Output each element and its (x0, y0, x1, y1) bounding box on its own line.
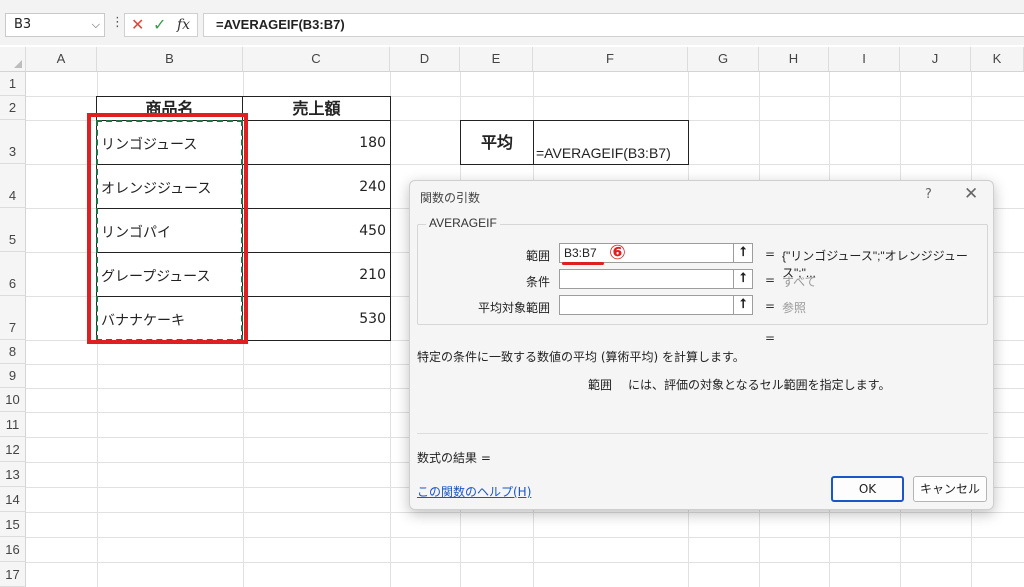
formula-buttons: ✕ ✓ fx (124, 13, 198, 37)
sales-value: 530 (359, 311, 386, 327)
formula-bar: B3 ⌵ ⋮ ✕ ✓ fx =AVERAGEIF(B3:B7) (0, 0, 1024, 45)
name-box[interactable]: B3 ⌵ (5, 13, 105, 37)
col-header-k[interactable]: K (971, 47, 1024, 71)
row-header-15[interactable]: 15 (0, 512, 26, 537)
function-name: AVERAGEIF (426, 216, 500, 230)
collapse-dialog-icon[interactable]: ⭡ (733, 295, 753, 315)
row-header-9[interactable]: 9 (0, 364, 26, 388)
col-header-j[interactable]: J (900, 47, 971, 71)
more-dots-icon[interactable]: ⋮ (111, 15, 124, 30)
arg-result-average-range: 参照 (782, 301, 807, 315)
dialog-title: 関数の引数 (420, 191, 481, 205)
row-header-11[interactable]: 11 (0, 412, 26, 437)
collapse-dialog-icon[interactable]: ⭡ (733, 243, 753, 263)
equals-sign: = (765, 273, 776, 287)
row-header-6[interactable]: 6 (0, 252, 26, 296)
sales-value: 180 (359, 135, 386, 151)
chevron-down-icon[interactable]: ⌵ (92, 14, 100, 36)
row-header-17[interactable]: 17 (0, 562, 26, 587)
arg-input-range[interactable]: B3:B7 (559, 243, 734, 263)
table-row[interactable]: 210 (242, 252, 391, 297)
col-header-f[interactable]: F (533, 47, 688, 71)
col-header-g[interactable]: G (688, 47, 759, 71)
sales-value: 210 (359, 267, 386, 283)
underline-annotation (562, 262, 604, 265)
arg-label-range: 範囲 (525, 249, 550, 263)
arg-label-criteria: 条件 (525, 275, 550, 289)
help-icon[interactable]: ? (925, 187, 932, 202)
arg-help-text: には、評価の対象となるセル範囲を指定します。 (628, 378, 891, 392)
cancel-button[interactable]: キャンセル (913, 476, 987, 502)
function-result-equals: = (765, 331, 776, 345)
sales-value: 240 (359, 179, 386, 195)
col-header-i[interactable]: I (829, 47, 900, 71)
average-label[interactable]: 平均 (460, 120, 534, 165)
formula-result-label: 数式の結果 = (417, 451, 491, 465)
table-row[interactable]: 180 (242, 120, 391, 165)
row-header-8[interactable]: 8 (0, 340, 26, 364)
divider (417, 433, 988, 434)
row-header-12[interactable]: 12 (0, 437, 26, 462)
col-header-h[interactable]: H (759, 47, 829, 71)
step-number-badge: ⑥ (609, 240, 626, 264)
col-header-c[interactable]: C (243, 47, 390, 71)
highlight-box (87, 113, 248, 344)
insert-function-icon[interactable]: fx (177, 17, 190, 33)
average-formula: =AVERAGEIF(B3:B7) (536, 145, 671, 161)
arg-help-name: 範囲 (588, 378, 613, 392)
function-arguments-dialog: 関数の引数 ? ✕ AVERAGEIF 範囲 B3:B7 ⭡ = {"リンゴジュ… (409, 180, 994, 510)
col-header-a[interactable]: A (26, 47, 97, 71)
name-box-value: B3 (14, 17, 32, 32)
ok-button[interactable]: OK (831, 476, 904, 502)
gridline (26, 512, 1024, 513)
check-icon[interactable]: ✓ (153, 15, 166, 34)
col-header-e[interactable]: E (460, 47, 533, 71)
row-header-10[interactable]: 10 (0, 388, 26, 412)
row-header-7[interactable]: 7 (0, 296, 26, 340)
select-all-corner[interactable] (0, 47, 26, 71)
table-header-sales[interactable]: 売上額 (242, 96, 391, 121)
row-header-13[interactable]: 13 (0, 462, 26, 487)
row-header-4[interactable]: 4 (0, 164, 26, 208)
column-header: A B C D E F G H I J K (0, 47, 1024, 72)
table-row[interactable]: 450 (242, 208, 391, 253)
function-help-link[interactable]: この関数のヘルプ(H) (417, 483, 531, 500)
row-header-14[interactable]: 14 (0, 487, 26, 512)
arg-input-average-range[interactable] (559, 295, 734, 315)
col-header-d[interactable]: D (390, 47, 460, 71)
equals-sign: = (765, 247, 776, 261)
average-formula-cell[interactable]: =AVERAGEIF(B3:B7) (533, 120, 689, 165)
gridline (26, 537, 1024, 538)
arg-label-average-range: 平均対象範囲 (477, 301, 550, 315)
close-icon[interactable]: ✕ (964, 184, 978, 204)
formula-input[interactable]: =AVERAGEIF(B3:B7) (203, 13, 1024, 37)
table-row[interactable]: 530 (242, 296, 391, 341)
arg-result-criteria: すべて (782, 275, 817, 289)
equals-sign: = (765, 299, 776, 313)
col-header-b[interactable]: B (97, 47, 243, 71)
table-row[interactable]: 240 (242, 164, 391, 209)
arg-input-criteria[interactable] (559, 269, 734, 289)
gridline (26, 562, 1024, 563)
cancel-icon[interactable]: ✕ (131, 15, 144, 34)
row-header-3[interactable]: 3 (0, 120, 26, 164)
function-description: 特定の条件に一致する数値の平均 (算術平均) を計算します。 (417, 350, 745, 364)
row-header-16[interactable]: 16 (0, 537, 26, 562)
row-header-5[interactable]: 5 (0, 208, 26, 252)
collapse-dialog-icon[interactable]: ⭡ (733, 269, 753, 289)
row-header-2[interactable]: 2 (0, 96, 26, 120)
row-header-1[interactable]: 1 (0, 72, 26, 96)
sales-value: 450 (359, 223, 386, 239)
